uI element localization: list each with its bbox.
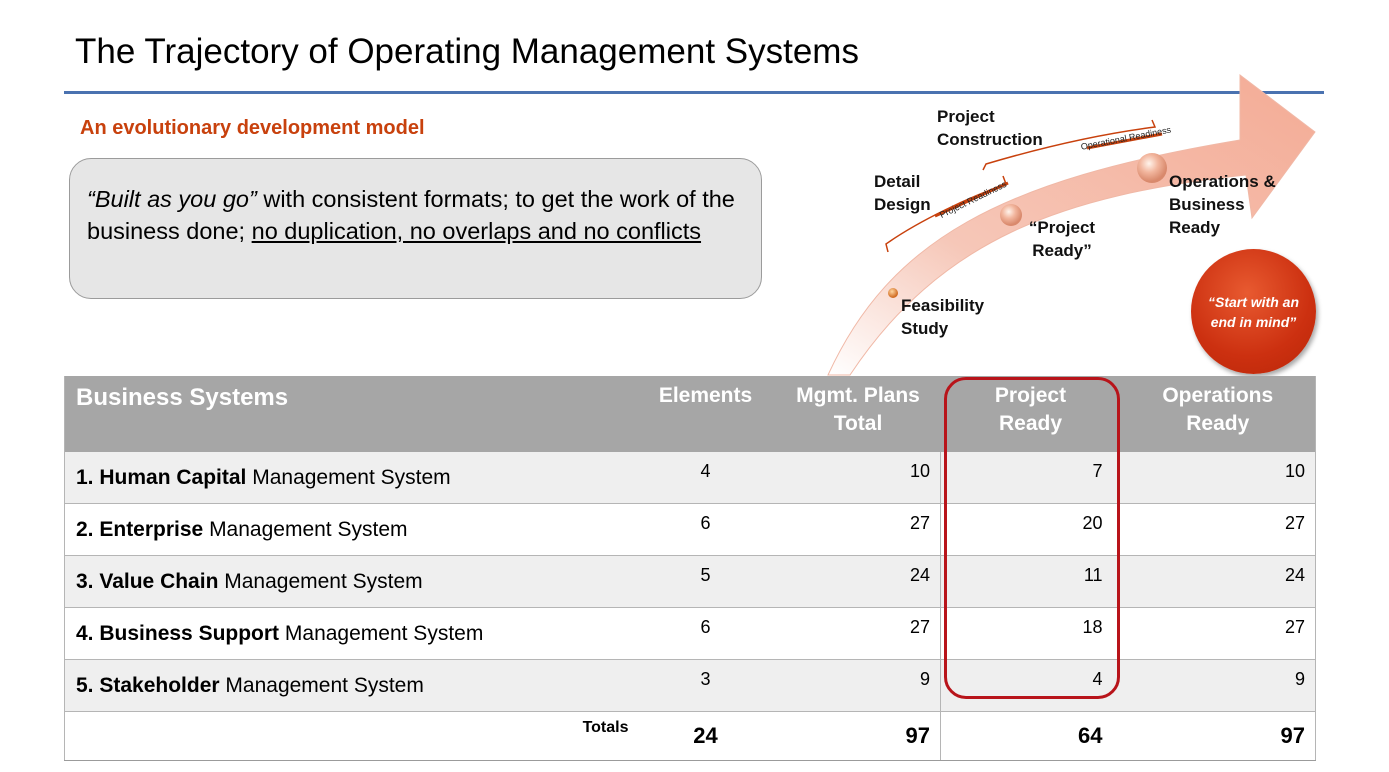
total-project-ready: 64	[940, 711, 1121, 761]
project-ready-cell: 4	[940, 659, 1121, 712]
table-row: 1. Human Capital Management System 4 10 …	[64, 452, 1316, 504]
system-name: 5. Stakeholder Management System	[64, 659, 647, 712]
project-ready-point	[1000, 204, 1022, 226]
operations-ready-label: Operations & Business Ready	[1169, 172, 1276, 237]
project-ready-cell: 18	[940, 607, 1121, 660]
slide-subtitle: An evolutionary development model	[80, 117, 425, 139]
header-operations-ready: Operations Ready	[1120, 376, 1316, 452]
table-row: 2. Enterprise Management System 6 27 20 …	[64, 503, 1316, 556]
elements-cell: 6	[646, 503, 765, 556]
project-ready-cell: 7	[940, 452, 1121, 504]
operations-ready-cell: 24	[1120, 555, 1316, 608]
header-elements: Elements	[646, 376, 765, 452]
elements-cell: 4	[646, 452, 765, 504]
header-business-systems: Business Systems	[64, 376, 647, 452]
plans-cell: 9	[764, 659, 941, 712]
totals-label: Totals	[64, 711, 647, 761]
elements-cell: 3	[646, 659, 765, 712]
operations-ready-point	[1137, 153, 1167, 183]
project-ready-cell: 11	[940, 555, 1121, 608]
callout-underlined-text: no duplication, no overlaps and no confl…	[251, 218, 702, 244]
header-mgmt-plans: Mgmt. Plans Total	[764, 376, 941, 452]
header-project-ready: Project Ready	[940, 376, 1121, 452]
elements-cell: 6	[646, 607, 765, 660]
system-name: 3. Value Chain Management System	[64, 555, 647, 608]
callout-box: “Built as you go” with consistent format…	[69, 158, 762, 299]
operations-ready-cell: 27	[1120, 607, 1316, 660]
total-operations-ready: 97	[1120, 711, 1316, 761]
slide-title: The Trajectory of Operating Management S…	[75, 32, 859, 71]
system-name: 4. Business Support Management System	[64, 607, 647, 660]
business-systems-table: Business Systems Elements Mgmt. Plans To…	[64, 376, 1316, 761]
project-ready-label: “Project Ready”	[1028, 218, 1096, 260]
table-row: 3. Value Chain Management System 5 24 11…	[64, 555, 1316, 608]
operations-ready-cell: 10	[1120, 452, 1316, 504]
feasibility-label: Feasibility Study	[901, 296, 985, 338]
operations-ready-cell: 27	[1120, 503, 1316, 556]
detail-design-label: Detail Design	[874, 172, 931, 214]
table-row: 5. Stakeholder Management System 3 9 4 9	[64, 659, 1316, 712]
project-construction-label: Project Construction	[937, 107, 1043, 149]
operations-ready-cell: 9	[1120, 659, 1316, 712]
table-row: 4. Business Support Management System 6 …	[64, 607, 1316, 660]
callout-lead: “Built as you go”	[87, 186, 257, 212]
plans-cell: 10	[764, 452, 941, 504]
end-in-mind-badge: “Start with an end in mind”	[1191, 249, 1316, 374]
table-header-row: Business Systems Elements Mgmt. Plans To…	[64, 376, 1316, 452]
system-name: 1. Human Capital Management System	[64, 452, 647, 504]
totals-row: Totals 24 97 64 97	[64, 711, 1316, 761]
plans-cell: 27	[764, 607, 941, 660]
elements-cell: 5	[646, 555, 765, 608]
total-plans: 97	[764, 711, 941, 761]
feasibility-point	[888, 288, 898, 298]
plans-cell: 27	[764, 503, 941, 556]
plans-cell: 24	[764, 555, 941, 608]
system-name: 2. Enterprise Management System	[64, 503, 647, 556]
project-ready-cell: 20	[940, 503, 1121, 556]
total-elements: 24	[646, 711, 765, 761]
